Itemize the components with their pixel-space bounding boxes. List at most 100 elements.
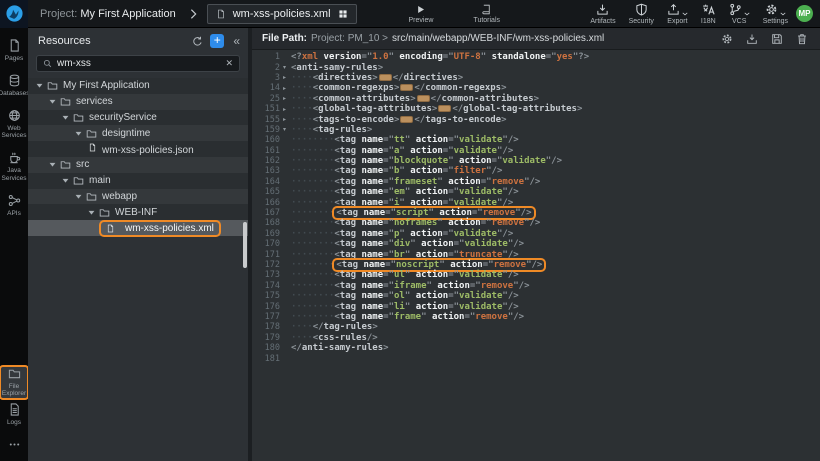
tree-item-src[interactable]: src	[28, 157, 248, 173]
tree-item-my-first-application[interactable]: My First Application	[28, 78, 248, 94]
caret-down-icon[interactable]	[75, 131, 82, 136]
sidebar-item-databases[interactable]: Databases	[0, 69, 28, 104]
clear-search-icon[interactable]: ✕	[225, 58, 233, 69]
search-input[interactable]: wm-xss ✕	[36, 55, 240, 72]
sidebar-item-java-services[interactable]: Java Services	[0, 146, 28, 189]
code-editor[interactable]: 1<?xml version="1.0" encoding="UTF-8" st…	[252, 50, 820, 461]
tree-item-label: My First Application	[63, 80, 150, 91]
tree-item-designtime[interactable]: designtime	[28, 125, 248, 141]
delete-icon[interactable]	[796, 33, 808, 45]
download-icon[interactable]	[746, 33, 758, 45]
sidebar-item-logs[interactable]: Logs	[0, 398, 28, 433]
code-line-160[interactable]: 160········<tag name="tt" action="valida…	[252, 135, 820, 145]
code-line-178[interactable]: 178····</tag-rules>	[252, 322, 820, 332]
topbar-item-security[interactable]: Security	[629, 3, 654, 25]
fold-toggle-icon[interactable]: ▸	[280, 95, 289, 102]
sidebar-item-label: Pages	[5, 55, 23, 63]
sidebar-item-web-services[interactable]: Web Services	[0, 104, 28, 147]
line-number: 3	[252, 73, 280, 83]
code-line-167[interactable]: 167········<tag name="script" action="re…	[252, 208, 820, 218]
topbar-item-label: Security	[629, 18, 654, 25]
collapse-panel-icon[interactable]: «	[231, 34, 242, 48]
project-name[interactable]: Project: My First Application	[40, 8, 176, 20]
preview-button[interactable]: Preview	[409, 4, 434, 24]
topbar-item-settings[interactable]: Settings	[763, 3, 788, 25]
fold-toggle-icon[interactable]: ▸	[280, 106, 289, 113]
code-line-161[interactable]: 161········<tag name="a" action="validat…	[252, 146, 820, 156]
caret-down-icon[interactable]	[62, 178, 69, 183]
code-line-176[interactable]: 176········<tag name="li" action="valida…	[252, 301, 820, 311]
caret-down-icon[interactable]	[62, 115, 69, 120]
fold-toggle-icon[interactable]: ▸	[280, 116, 289, 123]
code-line-3[interactable]: 3▸····<directives></directives>	[252, 73, 820, 83]
folded-code-icon[interactable]	[400, 84, 413, 91]
code-line-168[interactable]: 168········<tag name="noframes" action="…	[252, 218, 820, 228]
caret-down-icon[interactable]	[75, 194, 82, 199]
code-line-14[interactable]: 14▸····<common-regexps></common-regexps>	[252, 83, 820, 93]
code-line-180[interactable]: 180</anti-samy-rules>	[252, 343, 820, 353]
code-line-169[interactable]: 169········<tag name="p" action="validat…	[252, 229, 820, 239]
tree-item-webapp[interactable]: webapp	[28, 189, 248, 205]
fold-toggle-icon[interactable]: ▸	[280, 74, 289, 81]
tree-item-main[interactable]: main	[28, 173, 248, 189]
code-line-174[interactable]: 174········<tag name="iframe" action="re…	[252, 281, 820, 291]
code-line-162[interactable]: 162········<tag name="blockquote" action…	[252, 156, 820, 166]
folder-icon	[73, 112, 84, 123]
add-resource-button[interactable]: +	[210, 34, 224, 48]
topbar-item-export[interactable]: Export	[667, 3, 688, 25]
code-line-163[interactable]: 163········<tag name="b" action="filter"…	[252, 166, 820, 176]
code-line-175[interactable]: 175········<tag name="ol" action="valida…	[252, 291, 820, 301]
code-line-164[interactable]: 164········<tag name="frameset" action="…	[252, 177, 820, 187]
fold-toggle-icon[interactable]: ▸	[280, 85, 289, 92]
sidebar-item-file-explorer[interactable]: File Explorer	[1, 367, 27, 399]
topbar-item-artifacts[interactable]: Artifacts	[590, 3, 615, 25]
code-line-159[interactable]: 159▾····<tag-rules>	[252, 125, 820, 135]
app-logo-icon[interactable]	[0, 0, 28, 28]
folded-code-icon[interactable]	[379, 74, 392, 81]
topbar-item-i18n[interactable]: I18N	[701, 3, 716, 25]
code-line-151[interactable]: 151▸····<global-tag-attributes></global-…	[252, 104, 820, 114]
code-line-179[interactable]: 179····<css-rules/>	[252, 333, 820, 343]
caret-down-icon[interactable]	[36, 83, 43, 88]
sidebar-item-pages[interactable]: Pages	[0, 34, 28, 69]
tree-item-wm-xss-policies.xml[interactable]: wm-xss-policies.xml	[28, 220, 248, 236]
topbar-item-vcs[interactable]: VCS	[729, 3, 750, 25]
grid-icon[interactable]	[338, 9, 348, 19]
tree-item-label: securityService	[89, 112, 157, 123]
tree-item-securityservice[interactable]: securityService	[28, 110, 248, 126]
code-line-170[interactable]: 170········<tag name="div" action="valid…	[252, 239, 820, 249]
code-line-2[interactable]: 2▾<anti-samy-rules>	[252, 62, 820, 72]
line-number: 155	[252, 115, 280, 125]
caret-down-icon[interactable]	[49, 162, 56, 167]
save-icon[interactable]	[771, 33, 783, 45]
code-line-1[interactable]: 1<?xml version="1.0" encoding="UTF-8" st…	[252, 52, 820, 62]
folded-code-icon[interactable]	[438, 105, 451, 112]
folded-code-icon[interactable]	[400, 116, 413, 123]
code-line-172[interactable]: 172········<tag name="noscript" action="…	[252, 260, 820, 270]
settings-icon[interactable]	[721, 33, 733, 45]
refresh-icon[interactable]	[192, 36, 203, 47]
code-line-173[interactable]: 173········<tag name="ul" action="valida…	[252, 270, 820, 280]
caret-down-icon[interactable]	[88, 210, 95, 215]
panel-scrollbar-thumb[interactable]	[243, 222, 247, 268]
code-line-171[interactable]: 171········<tag name="br" action="trunca…	[252, 249, 820, 259]
fold-toggle-icon[interactable]: ▾	[280, 64, 289, 71]
file-tab[interactable]: wm-xss-policies.xml	[207, 4, 357, 24]
tree-item-web-inf[interactable]: WEB-INF	[28, 204, 248, 220]
code-line-181[interactable]: 181	[252, 353, 820, 363]
user-avatar[interactable]: MP	[796, 5, 813, 22]
code-line-25[interactable]: 25▸····<common-attributes></common-attri…	[252, 94, 820, 104]
tutorials-button[interactable]: Tutorials	[473, 4, 500, 24]
code-line-165[interactable]: 165········<tag name="em" action="valida…	[252, 187, 820, 197]
caret-down-icon[interactable]	[49, 99, 56, 104]
fold-toggle-icon[interactable]: ▾	[280, 126, 289, 133]
code-line-155[interactable]: 155▸····<tags-to-encode></tags-to-encode…	[252, 114, 820, 124]
code-line-166[interactable]: 166········<tag name="i" action="validat…	[252, 197, 820, 207]
tree-item-services[interactable]: services	[28, 94, 248, 110]
sidebar-item-label: Web Services	[0, 125, 28, 141]
sidebar-item-more[interactable]	[0, 433, 28, 457]
code-line-177[interactable]: 177········<tag name="frame" action="rem…	[252, 312, 820, 322]
folded-code-icon[interactable]	[417, 95, 430, 102]
sidebar-item-apis[interactable]: APIs	[0, 189, 28, 224]
tree-item-wm-xss-policies.json[interactable]: wm-xss-policies.json	[28, 141, 248, 157]
